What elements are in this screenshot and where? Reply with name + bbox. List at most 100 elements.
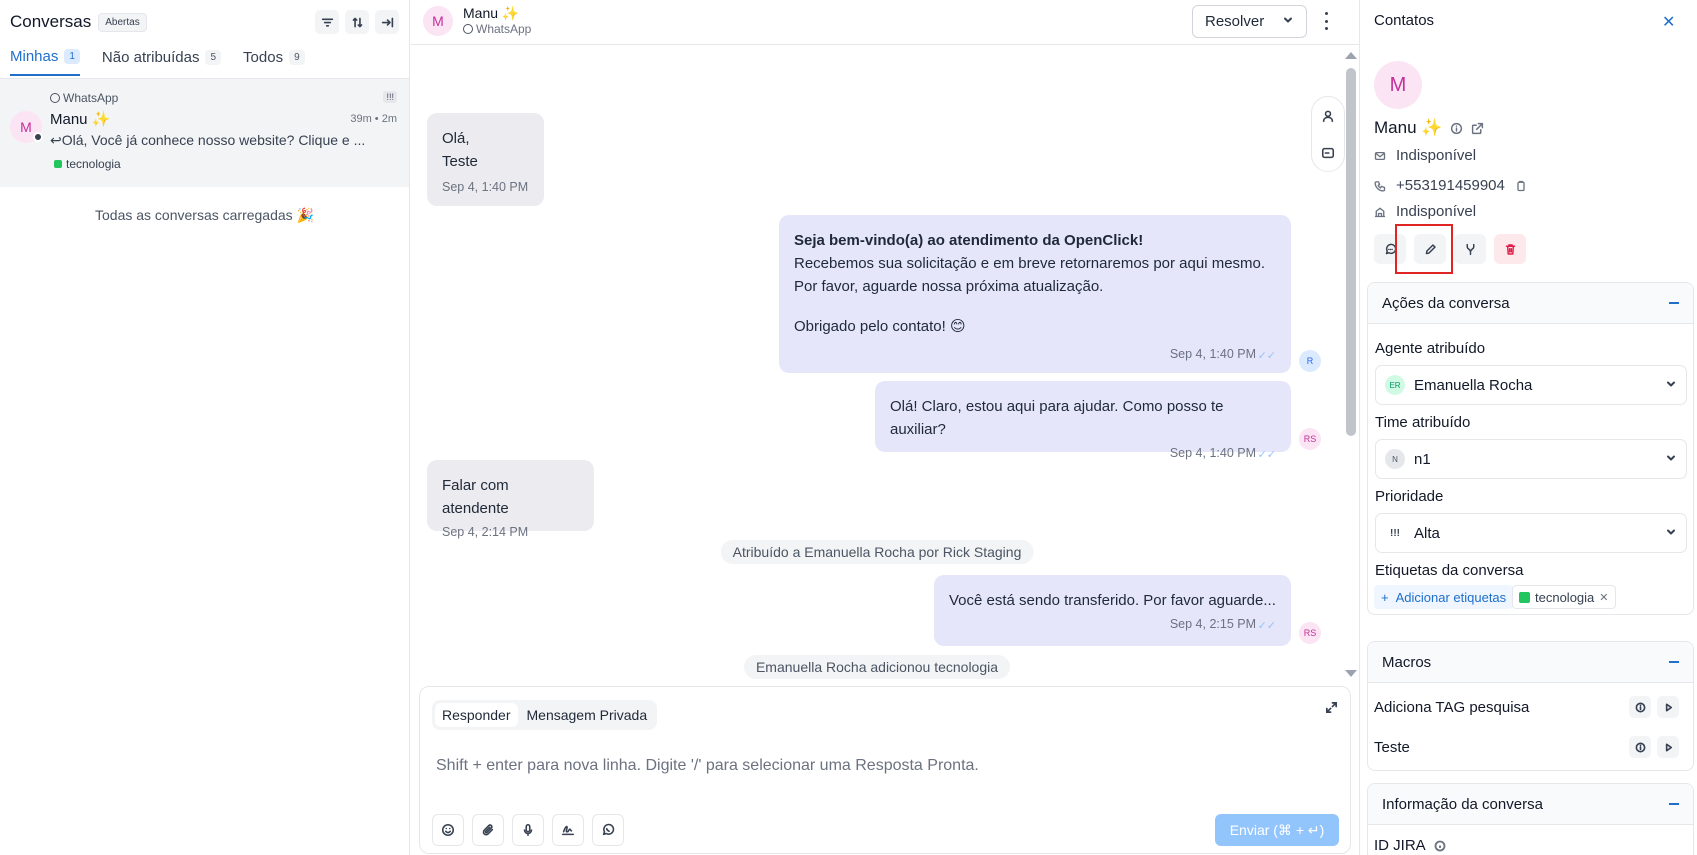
read-receipt-icon: ✓✓ (1257, 449, 1276, 461)
microphone-icon (523, 823, 533, 837)
tag-color-swatch (54, 160, 62, 168)
all-loaded-message: Todas as conversas carregadas 🎉 (95, 207, 314, 223)
conversation-actions-card: Ações da conversa Agente atribuído ER Em… (1367, 282, 1694, 615)
filter-button[interactable] (315, 10, 339, 34)
conversation-list-item[interactable]: M WhatsApp !!! Manu ✨ 39m • 2m ↩Olá, Voc… (0, 79, 409, 187)
status-filter-dropdown[interactable]: Abertas (98, 12, 147, 32)
chat-header: M Manu ✨ WhatsApp Resolver (411, 0, 1359, 45)
agent-avatar: RS (1299, 428, 1321, 450)
collapse-sidebar-button[interactable] (375, 10, 399, 34)
tab-count: 9 (289, 50, 305, 65)
last-message-preview: ↩Olá, Você já conhece nosso website? Cli… (50, 132, 395, 149)
audio-record-button[interactable] (512, 814, 544, 846)
message-bubble-outgoing: Você está sendo transferido. Por favor a… (934, 575, 1291, 646)
scroll-up-arrow[interactable] (1345, 52, 1357, 59)
assignee-tabs: Minhas 1 Não atribuídas 5 Todos 9 (10, 48, 305, 76)
copilot-panel-icon[interactable] (1321, 146, 1335, 160)
message-heading: Seja bem-vindo(a) ao atendimento da Open… (794, 232, 1144, 249)
messages-scrollbar[interactable] (1343, 50, 1357, 680)
collapse-icon[interactable] (1669, 302, 1679, 304)
expand-icon[interactable] (1325, 701, 1338, 717)
merge-contact-button[interactable] (1454, 234, 1486, 264)
conversation-actions-header[interactable]: Ações da conversa (1368, 283, 1693, 324)
send-button[interactable]: Enviar (⌘ + ↵) (1215, 814, 1339, 846)
add-tags-button[interactable]: + Adicionar etiquetas (1374, 585, 1514, 609)
activity-message: Atribuído a Emanuella Rocha por Rick Sta… (720, 540, 1034, 564)
whatsapp-template-button[interactable] (592, 814, 624, 846)
close-icon[interactable]: ✕ (1662, 12, 1675, 32)
chat-side-tools (1311, 96, 1345, 172)
whatsapp-icon (50, 93, 60, 103)
chevron-down-icon (1665, 525, 1677, 542)
macro-run-button[interactable] (1657, 696, 1679, 718)
message-line: Recebemos sua solicitação e em breve ret… (794, 255, 1266, 272)
info-icon[interactable] (1450, 122, 1463, 135)
collapse-icon[interactable] (1669, 661, 1679, 663)
avatar[interactable]: M (423, 6, 453, 36)
chat-contact-name[interactable]: Manu ✨ (463, 5, 519, 22)
message-time: Sep 4, 1:40 PM (1169, 347, 1256, 361)
reply-arrow-icon: ↩ (50, 132, 62, 148)
status-dot (33, 132, 43, 142)
resolve-button[interactable]: Resolver (1192, 5, 1307, 38)
inbox-label: WhatsApp (50, 91, 118, 105)
conversation-tag: tecnologia (54, 157, 121, 171)
assigned-team-select[interactable]: N n1 (1375, 439, 1687, 479)
priority-select[interactable]: !!! Alta (1375, 513, 1687, 553)
signature-icon (561, 825, 575, 836)
tab-count: 1 (64, 49, 80, 64)
macro-info-button[interactable] (1629, 696, 1651, 718)
more-options-icon[interactable] (1323, 12, 1329, 30)
tags-label: Etiquetas da conversa (1375, 562, 1524, 579)
tag-chip: tecnologia ✕ (1512, 585, 1616, 609)
tab-reply[interactable]: Responder (435, 703, 518, 727)
tab-mine[interactable]: Minhas 1 (10, 48, 80, 76)
read-receipt-icon: ✓✓ (1257, 350, 1276, 362)
priority-badge: !!! (383, 91, 397, 103)
emoji-button[interactable] (432, 814, 464, 846)
macro-name: Adiciona TAG pesquisa (1374, 698, 1530, 716)
tab-label: Não atribuídas (101, 49, 200, 66)
macro-info-button[interactable] (1629, 736, 1651, 758)
conversation-list-header: Conversas Abertas (10, 10, 399, 34)
sort-button[interactable] (345, 10, 369, 34)
macro-item: Adiciona TAG pesquisa (1374, 696, 1679, 718)
signature-button[interactable] (552, 814, 584, 846)
contact-details-icon[interactable] (1321, 109, 1335, 123)
external-link-icon[interactable] (1471, 122, 1484, 135)
inbox-name: WhatsApp (476, 22, 532, 36)
info-icon[interactable] (1434, 840, 1446, 852)
whatsapp-icon (602, 823, 615, 836)
tab-all[interactable]: Todos 9 (243, 48, 305, 76)
scroll-down-arrow[interactable] (1345, 670, 1357, 677)
message-input[interactable] (436, 757, 1316, 775)
whatsapp-icon (463, 24, 473, 34)
assigned-team-value: n1 (1414, 450, 1431, 468)
message-bubble-outgoing: Seja bem-vindo(a) ao atendimento da Open… (779, 215, 1291, 373)
message-text: Você está sendo transferido. Por favor a… (949, 592, 1276, 609)
merge-icon (1466, 243, 1474, 255)
macros-header[interactable]: Macros (1368, 642, 1693, 683)
contact-panel-title: Contatos (1374, 12, 1435, 29)
conversation-info-header[interactable]: Informação da conversa (1368, 784, 1693, 825)
paperclip-icon (482, 824, 494, 836)
tab-label: Minhas (10, 48, 59, 65)
chevron-down-icon[interactable] (1282, 13, 1294, 30)
chat-panel: M Manu ✨ WhatsApp Resolver Olá, Teste Se… (411, 0, 1359, 855)
attach-button[interactable] (472, 814, 504, 846)
copy-icon[interactable] (1515, 180, 1527, 192)
tab-unassigned[interactable]: Não atribuídas 5 (101, 48, 222, 76)
remove-tag-icon[interactable]: ✕ (1599, 591, 1608, 604)
agent-avatar: RS (1299, 622, 1321, 644)
contact-email: Indisponível (1396, 147, 1477, 164)
assigned-agent-select[interactable]: ER Emanuella Rocha (1375, 365, 1687, 405)
scroll-thumb[interactable] (1346, 68, 1356, 436)
macro-run-button[interactable] (1657, 736, 1679, 758)
tab-private-note[interactable]: Mensagem Privada (520, 703, 655, 727)
info-field-row: ID JIRA (1374, 837, 1679, 854)
delete-contact-button[interactable] (1494, 234, 1526, 264)
collapse-icon[interactable] (1669, 803, 1679, 805)
conversation-list-title: Conversas (10, 12, 92, 31)
add-tags-label: Adicionar etiquetas (1395, 589, 1507, 605)
avatar: N (1385, 449, 1405, 469)
